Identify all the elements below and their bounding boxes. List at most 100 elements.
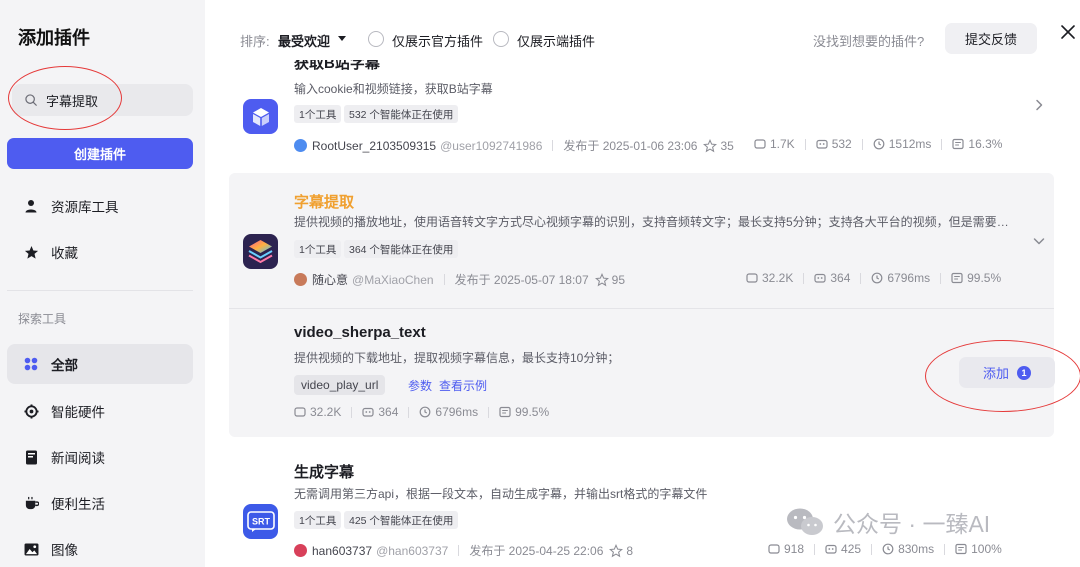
success-icon [952,138,965,150]
calls-icon [294,407,306,417]
plugin-stats: 32.2K 364 6796ms 99.5% [746,271,1001,285]
sort-label: 排序: [240,34,270,49]
official-only-label[interactable]: 仅展示官方插件 [392,31,483,50]
bot-icon [814,273,826,283]
chip-icon [23,403,39,419]
plugin-desc: 提供视频的播放地址，使用语音转文字方式尽心视频字幕的识别，支持音频转文字；最长支… [294,215,1014,229]
sort-dropdown[interactable]: 最受欢迎 [278,31,330,50]
sidebar-title: 添加插件 [18,28,90,48]
latency: 1512ms [888,137,932,151]
calls-icon [754,139,766,149]
calls-count: 918 [784,542,805,556]
plugin-meta: 随心意 @MaXiaoChen 发布于 2025-05-07 18:07 95 [294,271,625,288]
sidebar-item-label: 资源库工具 [51,200,119,215]
star-outline-icon[interactable] [703,138,718,153]
tools-count-tag: 1个工具 [294,511,342,529]
author-name[interactable]: RootUser_2103509315 [312,139,436,153]
plugin-stats: 1.7K 532 1512ms 16.3% [754,137,1002,151]
plugin-stats: 918 425 830ms 100% [768,542,1002,556]
sidebar-item-label: 新闻阅读 [51,451,105,466]
example-link[interactable]: 查看示例 [439,377,487,394]
author-handle: @user1092741986 [440,138,543,153]
watermark: 公众号 · 一臻AI [785,505,990,539]
sidebar-item-life[interactable]: 便利生活 [7,483,193,523]
latency: 6796ms [435,405,479,419]
sidebar-item-favorites[interactable]: 收藏 [7,232,193,272]
not-found-text: 没找到想要的插件? [813,34,925,49]
publish-date: 发布于 2025-04-25 22:06 [469,544,604,558]
plugin-title: 生成字幕 [294,464,355,481]
author-handle: @han603737 [376,543,449,558]
plugin-logo [243,99,278,134]
official-only-radio[interactable] [368,31,384,47]
search-box[interactable] [12,84,193,116]
feedback-button[interactable]: 提交反馈 [945,23,1037,54]
chevron-down-icon[interactable] [1032,234,1046,248]
star-outline-icon[interactable] [594,272,609,287]
client-only-label[interactable]: 仅展示端插件 [517,31,595,50]
add-tool-button[interactable]: 添加 1 [959,357,1055,388]
author-name[interactable]: 随心意 [312,271,348,288]
client-only-radio[interactable] [493,31,509,47]
grid-icon [23,356,39,372]
create-plugin-button[interactable]: 创建插件 [7,138,193,169]
plugin-desc: 输入cookie和视频链接，获取B站字幕 [294,82,493,96]
sidebar-divider [7,290,193,291]
tools-count-tag: 1个工具 [294,105,342,123]
param-tag: video_play_url [294,375,386,395]
author-name[interactable]: han603737 [312,544,372,558]
agents-count-tag: 425 个智能体正在使用 [344,511,459,529]
bot-icon [816,139,828,149]
clock-icon [882,543,894,555]
plugin-meta: han603737 @han603737 发布于 2025-04-25 22:0… [294,542,633,559]
avatar [294,139,307,152]
avatar [294,544,307,557]
clock-icon [871,272,883,284]
image-icon [23,541,39,557]
sidebar-item-library-tools[interactable]: 资源库工具 [7,186,193,226]
favorites-count: 95 [611,272,626,287]
add-count-badge: 1 [1017,365,1031,380]
success-rate: 16.3% [968,137,1003,151]
sidebar-item-label: 收藏 [51,246,78,261]
bots-count: 532 [831,137,852,151]
search-icon [25,94,37,106]
plugin-logo: SRT [243,504,278,539]
tool-stats: 32.2K 364 6796ms 99.5% [294,405,549,419]
chevron-right-icon[interactable] [1032,98,1046,112]
success-rate: 100% [971,542,1002,556]
sidebar: 添加插件 创建插件 资源库工具 收藏 探索工具 全部 智能硬件 新闻阅读 [0,0,205,567]
bots-count: 364 [830,271,851,285]
agents-count-tag: 532 个智能体正在使用 [344,105,459,123]
watermark-text: 公众号 · 一臻AI [833,511,991,537]
tool-name: video_sherpa_text [294,324,426,341]
srt-logo-text: SRT [252,516,271,526]
close-icon[interactable] [1060,24,1076,40]
sidebar-item-image[interactable]: 图像 [7,529,193,567]
plugin-desc: 无需调用第三方api，根据一段文本，自动生成字幕，并输出srt格式的字幕文件 [294,487,708,501]
sidebar-item-label: 全部 [51,358,78,373]
plugin-meta: RootUser_2103509315 @user1092741986 发布于 … [294,137,734,154]
sidebar-item-news[interactable]: 新闻阅读 [7,437,193,477]
success-icon [951,272,963,284]
bots-count: 364 [378,405,399,419]
sidebar-item-all[interactable]: 全部 [7,344,193,384]
star-outline-icon[interactable] [609,543,624,558]
params-link[interactable]: 参数 [408,377,432,394]
clock-icon [873,138,885,150]
tools-count-tag: 1个工具 [294,240,342,258]
user-icon [23,198,39,214]
plugin-title: 获取B站字幕 [294,60,380,72]
caret-down-icon[interactable] [338,36,346,41]
avatar [294,273,307,286]
success-icon [499,406,511,418]
cube-icon [252,107,269,126]
publish-date: 发布于 2025-05-07 18:07 [454,273,589,287]
plugin-list: 获取B站字幕 输入cookie和视频链接，获取B站字幕 1个工具 532 个智能… [205,60,1080,567]
add-label: 添加 [982,366,1009,381]
search-input[interactable] [46,92,176,108]
layers-icon [248,240,273,264]
publish-date: 发布于 2025-01-06 23:06 [563,139,698,153]
sidebar-item-smart-hardware[interactable]: 智能硬件 [7,391,193,431]
calls-count: 1.7K [770,137,795,151]
